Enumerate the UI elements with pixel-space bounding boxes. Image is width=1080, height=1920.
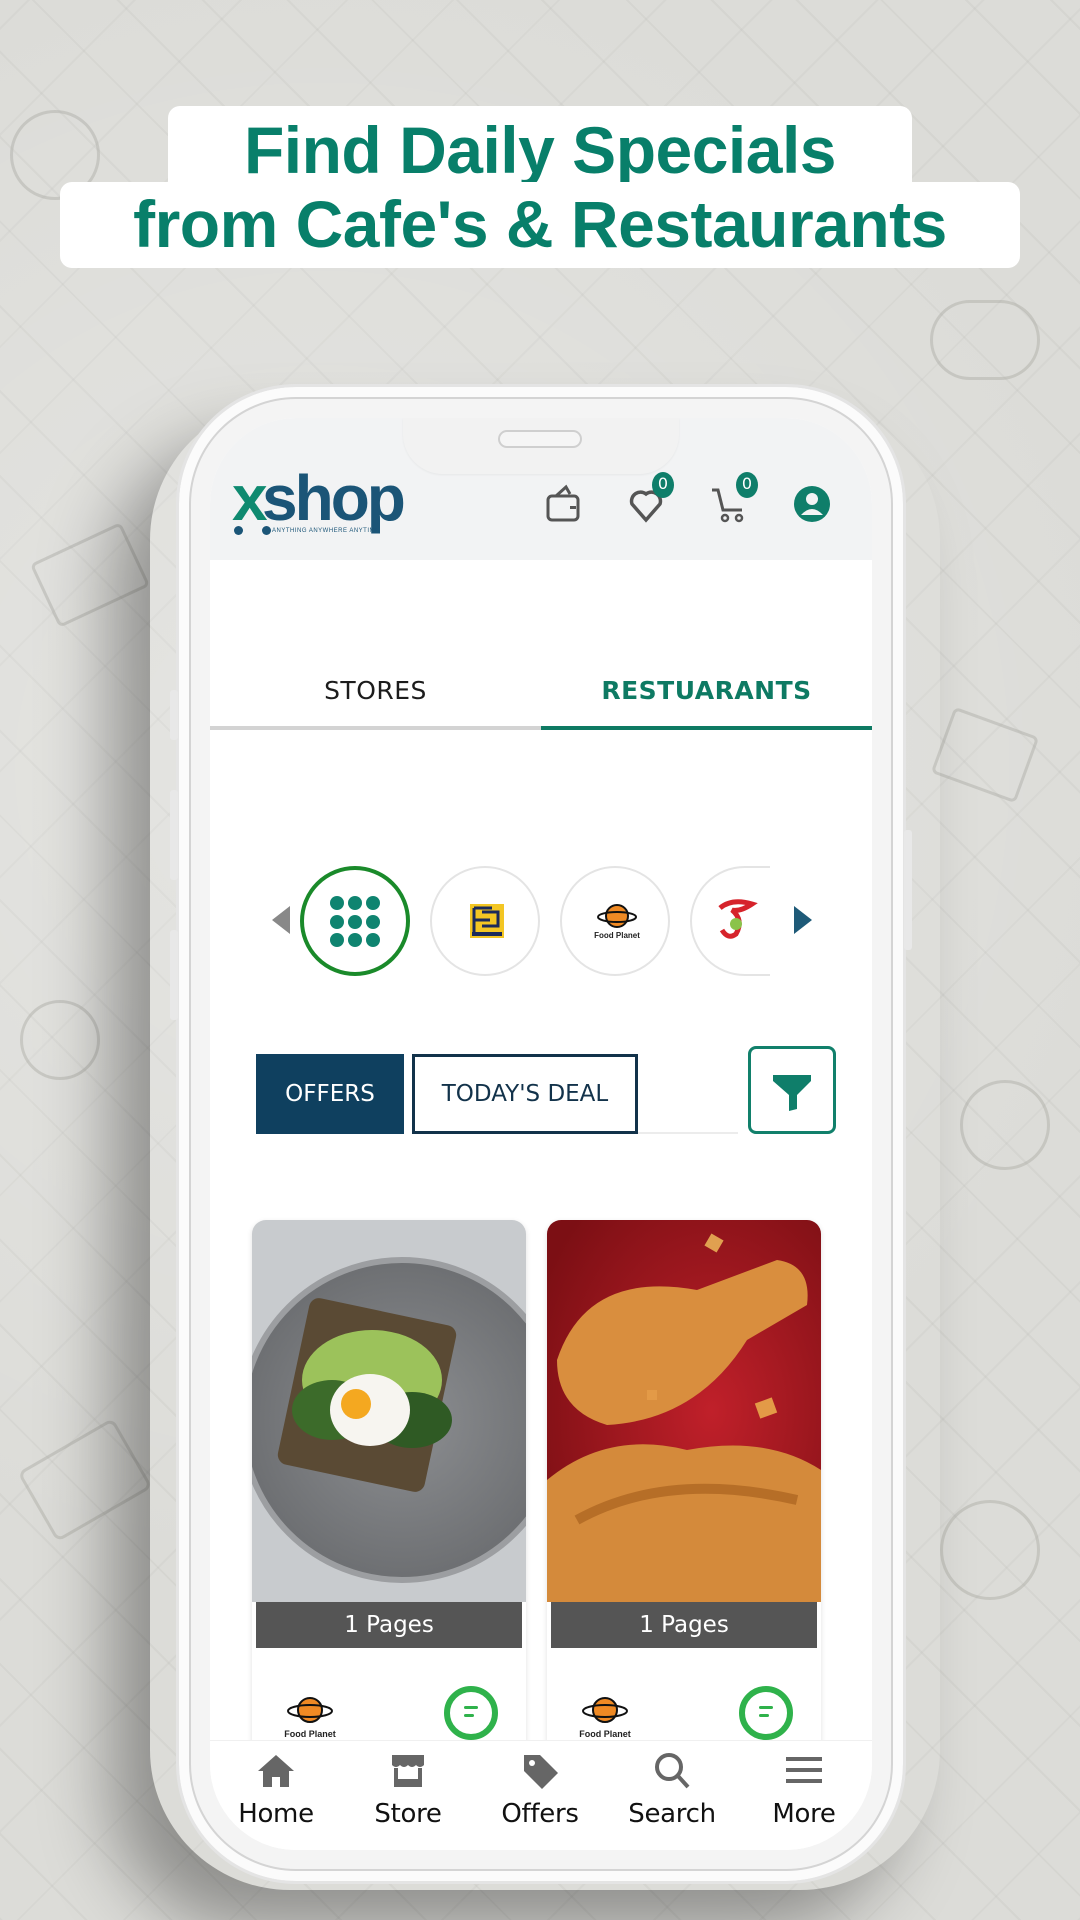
chat-icon <box>464 1714 474 1717</box>
chat-button[interactable] <box>739 1686 793 1740</box>
home-icon <box>258 1755 294 1787</box>
store-logo-fp <box>470 904 504 938</box>
nav-search[interactable]: Search <box>606 1741 738 1850</box>
offer-filters: OFFERS TODAY'S DEAL <box>256 1044 836 1134</box>
nav-offers[interactable]: Offers <box>474 1741 606 1850</box>
menu-icon <box>786 1757 822 1783</box>
phone-volume-button <box>170 930 178 1020</box>
nav-more[interactable]: More <box>738 1741 870 1850</box>
chat-icon <box>464 1706 478 1709</box>
store-logo-food-planet: Food Planet <box>577 1692 633 1744</box>
wallet-button[interactable] <box>544 484 584 524</box>
headline-line-1: Find Daily Specials <box>168 106 912 194</box>
user-icon <box>794 486 830 522</box>
offers-toggle-button[interactable]: OFFERS <box>256 1054 404 1134</box>
offer-card[interactable]: 1 Pages Food Planet <box>547 1220 821 1760</box>
phone-side-button <box>170 690 178 740</box>
food-photo <box>252 1220 526 1602</box>
nav-search-label: Search <box>628 1799 716 1829</box>
nav-store-label: Store <box>374 1799 442 1829</box>
phone-screen: x shop ANYTHING ANYWHERE ANYTIME 0 0 STO… <box>210 418 872 1850</box>
funnel-icon <box>773 1075 811 1111</box>
chat-icon <box>759 1714 769 1717</box>
store-logo-food-planet: Food Planet <box>282 1692 338 1744</box>
phone-notch <box>403 418 679 474</box>
logo-wheel <box>234 526 243 535</box>
cart-count-badge: 0 <box>736 472 758 498</box>
store-logo-red <box>718 899 758 939</box>
bg-doodle-coin <box>960 1080 1050 1170</box>
logo-x: x <box>232 462 268 534</box>
offer-image-avocado-toast <box>252 1220 526 1602</box>
carousel-prev-arrow[interactable] <box>272 906 290 934</box>
nav-home-label: Home <box>238 1799 314 1829</box>
wishlist-button[interactable]: 0 <box>626 472 674 524</box>
filter-button[interactable] <box>748 1046 836 1134</box>
chat-icon <box>759 1706 773 1709</box>
bottom-navigation: Home Store Offers Search More <box>210 1740 872 1850</box>
bg-doodle-bear <box>940 1500 1040 1600</box>
chat-button[interactable] <box>444 1686 498 1740</box>
wishlist-count-badge: 0 <box>652 472 674 498</box>
store-logo-food-planet: Food Planet <box>594 904 640 940</box>
store-icon <box>392 1755 424 1787</box>
svg-text:Food Planet: Food Planet <box>579 1729 631 1739</box>
headline-line-2: from Cafe's & Restaurants <box>60 182 1020 268</box>
offer-image-fried-chicken <box>547 1220 821 1602</box>
nav-store[interactable]: Store <box>342 1741 474 1850</box>
food-photo <box>547 1220 821 1602</box>
logo-shop: shop <box>262 462 406 534</box>
profile-button[interactable] <box>792 484 832 524</box>
wallet-icon <box>546 484 580 522</box>
nav-more-label: More <box>772 1799 836 1829</box>
tab-stores[interactable]: STORES <box>210 666 541 730</box>
xshop-logo[interactable]: x shop ANYTHING ANYWHERE ANYTIME <box>232 462 406 538</box>
store-carousel: Food Planet <box>210 862 872 978</box>
logo-tagline: ANYTHING ANYWHERE ANYTIME <box>272 528 380 534</box>
bg-doodle-heart <box>20 1000 100 1080</box>
store-item-fp[interactable] <box>430 866 540 976</box>
store-item-food-planet[interactable]: Food Planet <box>560 866 670 976</box>
bg-doodle-bear <box>930 300 1040 380</box>
svg-text:Food Planet: Food Planet <box>284 1729 336 1739</box>
phone-power-button <box>904 830 912 950</box>
cart-button[interactable]: 0 <box>710 472 758 524</box>
grid-dots-icon <box>330 896 382 948</box>
search-icon <box>655 1753 690 1789</box>
todays-deal-toggle-button[interactable]: TODAY'S DEAL <box>412 1054 638 1134</box>
tag-icon <box>524 1755 558 1789</box>
tab-restaurants[interactable]: RESTUARANTS <box>541 666 872 730</box>
phone-speaker <box>498 430 582 448</box>
nav-home[interactable]: Home <box>210 1741 342 1850</box>
carousel-next-arrow[interactable] <box>794 906 812 934</box>
filter-divider <box>638 1132 738 1134</box>
pages-count-label: 1 Pages <box>256 1602 522 1648</box>
pages-count-label: 1 Pages <box>551 1602 817 1648</box>
nav-offers-label: Offers <box>501 1799 579 1829</box>
store-item-all[interactable] <box>300 866 410 976</box>
phone-volume-button <box>170 790 178 880</box>
store-type-tabs: STORES RESTUARANTS <box>210 666 872 730</box>
logo-wheel <box>262 526 271 535</box>
offer-card[interactable]: 1 Pages Food Planet <box>252 1220 526 1760</box>
store-item-red[interactable] <box>690 866 770 976</box>
svg-text:Food Planet: Food Planet <box>594 931 640 940</box>
